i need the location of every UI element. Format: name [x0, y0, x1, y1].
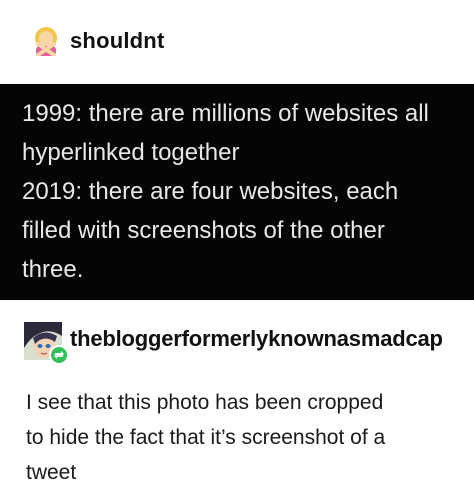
reply-text-line: I see that this photo has been cropped	[26, 391, 384, 414]
quote-line: 2019: there are four websites, each	[22, 178, 399, 205]
quote-line: hyperlinked together	[22, 139, 240, 166]
quote-line: three.	[22, 256, 84, 283]
quote-line: 1999: there are millions of websites all	[22, 100, 429, 127]
reblog-icon	[49, 345, 69, 365]
woman-gesturing-no-emoji-icon[interactable]	[32, 26, 60, 56]
reply-text-line: to hide the fact that it’s screenshot of…	[26, 426, 386, 449]
reply-text-line: tweet	[26, 461, 77, 484]
quoted-tweet-text-block: 1999: there are millions of websites all…	[0, 84, 474, 300]
quote-line: filled with screenshots of the other	[22, 217, 385, 244]
original-post-header: shouldnt	[0, 0, 474, 84]
reply-username[interactable]: thebloggerformerlyknownasmadcap	[70, 326, 443, 352]
original-post-username[interactable]: shouldnt	[70, 28, 164, 54]
